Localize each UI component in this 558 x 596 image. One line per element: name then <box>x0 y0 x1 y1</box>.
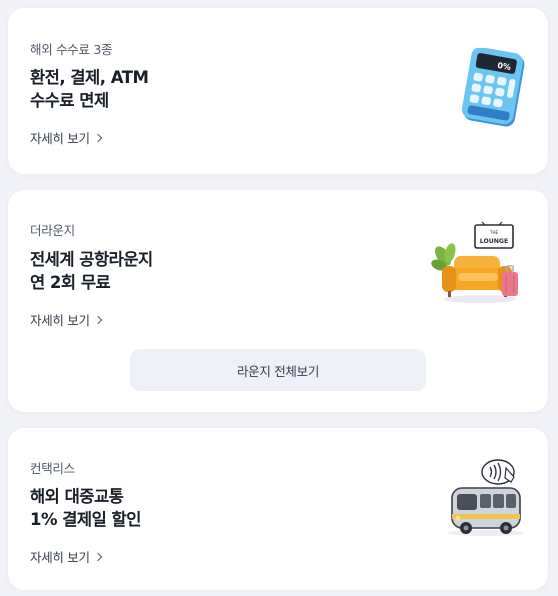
details-link-label: 자세히 보기 <box>30 313 90 328</box>
chevron-right-icon <box>93 315 102 324</box>
calculator-icon: 0% <box>461 48 525 127</box>
card-eyebrow: 컨택리스 <box>30 461 75 476</box>
card-title-line: 전세계 공항라운지 <box>30 250 153 269</box>
details-link[interactable]: 자세히 보기 <box>30 128 102 147</box>
card-title-line: 환전, 결제, ATM <box>30 68 149 87</box>
card-title: 해외 대중교통 1% 결제일 할인 <box>30 485 141 531</box>
details-link[interactable]: 자세히 보기 <box>30 547 102 566</box>
lounge-sign-text: LOUNGE <box>480 238 509 245</box>
card-title: 환전, 결제, ATM 수수료 면제 <box>30 66 149 112</box>
card-title-line: 1% 결제일 할인 <box>30 510 141 529</box>
contactless-card[interactable]: 컨택리스 해외 대중교통 1% 결제일 할인 자세히 보기 <box>8 428 548 590</box>
card-eyebrow: 해외 수수료 3종 <box>30 42 113 57</box>
card-eyebrow: 더라운지 <box>30 223 75 238</box>
card-title-line: 수수료 면제 <box>30 91 109 110</box>
lounge-sign-small: THE <box>489 230 498 235</box>
chevron-right-icon <box>93 552 102 561</box>
details-link-label: 자세히 보기 <box>30 131 90 146</box>
details-link-label: 자세히 보기 <box>30 550 90 565</box>
fee-waiver-card[interactable]: 해외 수수료 3종 환전, 결제, ATM 수수료 면제 자세히 보기 0% <box>8 8 548 174</box>
chevron-right-icon <box>93 133 102 142</box>
bus-contactless-icon <box>448 459 524 536</box>
lounge-sofa-icon: THE LOUNGE <box>431 221 518 303</box>
card-title-line: 해외 대중교통 <box>30 487 124 506</box>
card-title-line: 연 2회 무료 <box>30 273 111 292</box>
details-link[interactable]: 자세히 보기 <box>30 310 102 329</box>
card-title: 전세계 공항라운지 연 2회 무료 <box>30 248 153 294</box>
lounge-view-all-button[interactable]: 라운지 전체보기 <box>130 349 426 391</box>
lounge-card[interactable]: 더라운지 전세계 공항라운지 연 2회 무료 자세히 보기 THE LOUNGE <box>8 190 548 412</box>
